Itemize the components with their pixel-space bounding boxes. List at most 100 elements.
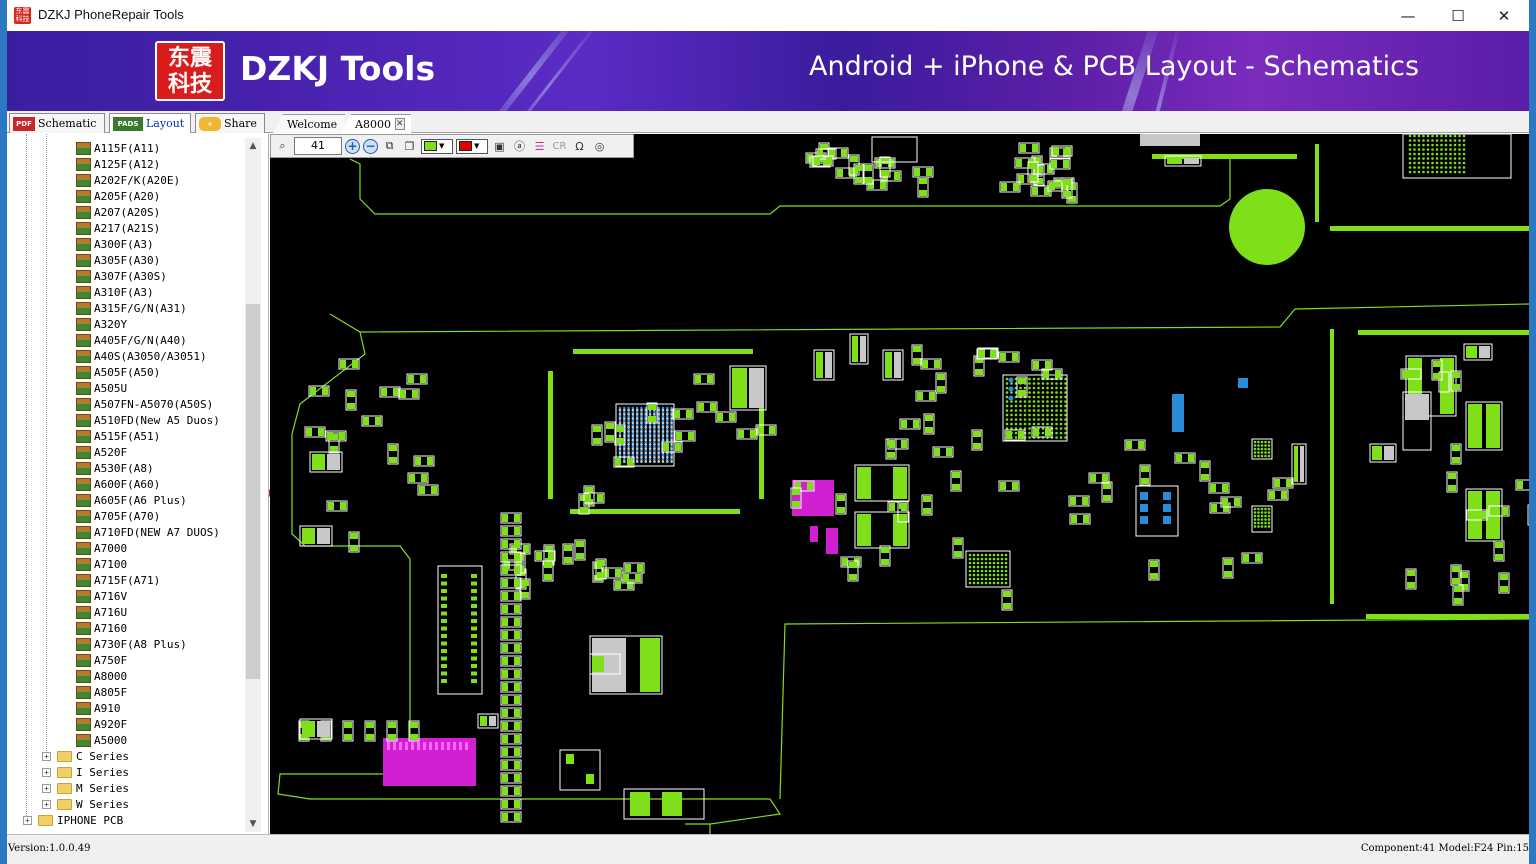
tree-item-iphone-pcb[interactable]: + IPHONE PCB: [23, 812, 123, 828]
scroll-down-icon[interactable]: ▼: [245, 816, 261, 832]
bga-ball: [1453, 161, 1457, 165]
tree-item-model[interactable]: A510FD(New A5 Duos): [76, 412, 220, 428]
tab-layout[interactable]: PADS Layout: [109, 113, 191, 133]
cr-icon[interactable]: CR: [551, 138, 568, 155]
zoom-in-icon[interactable]: +: [345, 138, 360, 154]
tree-item-model[interactable]: A320Y: [76, 316, 127, 332]
doc-tab-a8000[interactable]: A8000 ✕: [341, 114, 411, 133]
pcb-pad: [1500, 586, 1508, 592]
close-tab-icon[interactable]: ✕: [394, 118, 405, 130]
window-title: DZKJ PhoneRepair Tools: [38, 7, 184, 22]
tree-item-model[interactable]: A505F(A50): [76, 364, 160, 380]
pcb-pad: [615, 458, 621, 466]
bga-ball: [1028, 386, 1031, 390]
tree-item-model[interactable]: A530F(A8): [76, 460, 154, 476]
reset-icon[interactable]: ◎: [591, 138, 608, 155]
tab-schematic[interactable]: PDF Schematic: [9, 113, 105, 133]
tree-item-model[interactable]: A805F: [76, 684, 127, 700]
tree-item-model[interactable]: A202F/K(A20E): [76, 172, 180, 188]
tree-item-model[interactable]: A750F: [76, 652, 127, 668]
tree-item-model[interactable]: A300F(A3): [76, 236, 154, 252]
maximize-button[interactable]: ☐: [1435, 0, 1481, 31]
tree-item-model[interactable]: A600F(A60): [76, 476, 160, 492]
tree-item-model[interactable]: A40S(A3050/A3051): [76, 348, 207, 364]
tree-item-model[interactable]: A605F(A6 Plus): [76, 492, 187, 508]
tree-item-series[interactable]: + M Series: [42, 780, 129, 796]
tree-item-model[interactable]: A520F: [76, 444, 127, 460]
pcb-pad: [502, 774, 508, 782]
omega-icon[interactable]: Ω: [571, 138, 588, 155]
tree-item-model[interactable]: A507FN-A5070(A50S): [76, 396, 213, 412]
bga-ball: [972, 573, 976, 577]
tree-item-model[interactable]: A716V: [76, 588, 127, 604]
pcb-pad: [410, 722, 418, 728]
tree-item-model[interactable]: A205F(A20): [76, 188, 160, 204]
tree-item-model[interactable]: A705F(A70): [76, 508, 160, 524]
list-icon[interactable]: ☰: [531, 138, 548, 155]
tree-item-model[interactable]: A7100: [76, 556, 127, 572]
text-label-icon[interactable]: ⓐ: [511, 138, 528, 155]
tree-item-model[interactable]: A910: [76, 700, 121, 716]
expand-icon[interactable]: +: [42, 767, 51, 777]
scroll-up-icon[interactable]: ▲: [245, 138, 261, 154]
zoom-out-icon[interactable]: −: [363, 138, 378, 154]
tree-item-series[interactable]: + I Series: [42, 764, 129, 780]
tree-item-model[interactable]: A730F(A8 Plus): [76, 636, 187, 652]
doc-tab-welcome[interactable]: Welcome: [273, 114, 345, 133]
pcb-pad: [344, 722, 352, 728]
bga-ball: [1257, 514, 1260, 518]
tree-item-model[interactable]: A7000: [76, 540, 127, 556]
bga-ball: [1260, 454, 1264, 458]
tree-item-model[interactable]: A8000: [76, 668, 127, 684]
pcb-pad: [502, 527, 508, 535]
fit-view-icon[interactable]: ⧉: [381, 138, 398, 155]
tree-item-model[interactable]: A5000: [76, 732, 127, 748]
tree-item-model[interactable]: A310F(A3): [76, 284, 154, 300]
tree-item-model[interactable]: A207(A20S): [76, 204, 160, 220]
tree-item-series[interactable]: + W Series: [42, 796, 129, 812]
tree-item-label: A910: [94, 701, 121, 715]
tree-item-model[interactable]: A217(A21S): [76, 220, 160, 236]
expand-icon[interactable]: +: [42, 783, 51, 793]
tree-item-model[interactable]: A505U: [76, 380, 127, 396]
layers-icon[interactable]: ▣: [491, 138, 508, 155]
tree-item-model[interactable]: A315F/G/N(A31): [76, 300, 187, 316]
scrollbar-thumb[interactable]: [246, 304, 260, 679]
expand-icon[interactable]: +: [42, 799, 51, 809]
tree-item-model[interactable]: A710FD(NEW A7 DUOS): [76, 524, 220, 540]
foreground-color-picker[interactable]: ▼: [421, 138, 453, 154]
green-swatch: [424, 141, 437, 151]
tree-item-model[interactable]: A716U: [76, 604, 127, 620]
pcb-pad: [917, 392, 923, 400]
bga-ball: [968, 581, 972, 585]
tree-item-model[interactable]: A7160: [76, 620, 127, 636]
tree-item-model[interactable]: A307F(A30S): [76, 268, 167, 284]
copy-view-icon[interactable]: ❐: [401, 138, 418, 155]
tree-scrollbar[interactable]: ▲ ▼: [245, 138, 261, 832]
pcb-pad: [375, 417, 381, 425]
bga-ball: [1064, 395, 1067, 399]
bga-ball: [1264, 525, 1267, 528]
zoom-input[interactable]: 41: [294, 137, 342, 155]
expand-icon[interactable]: +: [23, 815, 32, 825]
pcb-pad: [1000, 353, 1006, 361]
tree-item-model[interactable]: A305F(A30): [76, 252, 160, 268]
tree-item-model[interactable]: A405F/G/N(A40): [76, 332, 187, 348]
bga-ball: [1431, 134, 1434, 138]
tree-item-model[interactable]: A115F(A11): [76, 140, 160, 156]
highlight-color-picker[interactable]: ▼: [456, 138, 488, 154]
bga-ball: [1041, 413, 1045, 417]
bga-ball: [992, 573, 996, 577]
expand-icon[interactable]: +: [42, 751, 51, 761]
bga-ball: [1253, 511, 1257, 514]
minimize-button[interactable]: —: [1385, 0, 1431, 31]
bga-ball: [1260, 518, 1264, 521]
tree-item-model[interactable]: A125F(A12): [76, 156, 160, 172]
tree-item-model[interactable]: A515F(A51): [76, 428, 160, 444]
tab-share[interactable]: + Share: [195, 113, 265, 133]
tree-item-model[interactable]: A715F(A71): [76, 572, 160, 588]
tree-item-model[interactable]: A920F: [76, 716, 127, 732]
close-window-button[interactable]: ✕: [1481, 0, 1527, 31]
pcb-layout-canvas[interactable]: ⌕ 41 + − ⧉ ❐ ▼ ▼ ▣ ⓐ ☰ CR Ω ◎: [270, 134, 1529, 834]
tree-item-series[interactable]: + C Series: [42, 748, 129, 764]
